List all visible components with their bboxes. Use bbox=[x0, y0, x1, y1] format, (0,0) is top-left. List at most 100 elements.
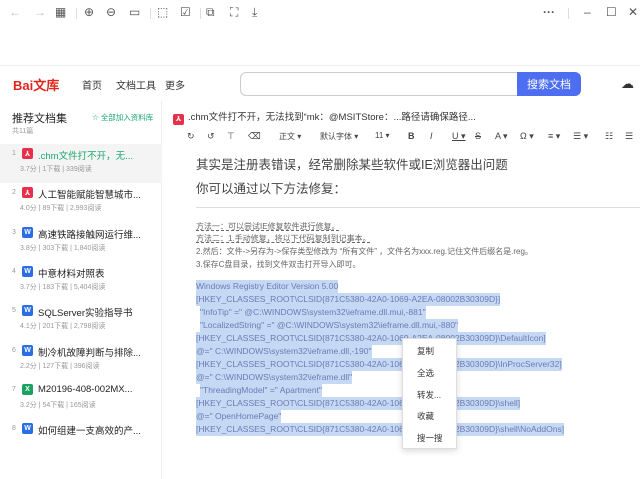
undo-icon[interactable]: ↺ bbox=[207, 131, 215, 142]
item-number: 6 bbox=[12, 346, 16, 354]
word-file-icon: W bbox=[22, 344, 33, 356]
context-menu: 复制 全选 转发... 收藏 搜一搜 bbox=[402, 338, 457, 449]
more-icon[interactable]: ··· bbox=[543, 5, 555, 19]
copy-icon[interactable]: ⧉ bbox=[206, 5, 215, 19]
registry-line: [HKEY_CLASSES_ROOT\CLSID{871C5380-42A0-1… bbox=[196, 293, 501, 306]
registry-line: [HKEY_CLASSES_ROOT\CLSID{871C5380-42A0-1… bbox=[196, 358, 562, 371]
pdf-icon: ⅄ bbox=[173, 113, 184, 125]
baidu-wenku-logo[interactable]: Bai文库 bbox=[13, 75, 59, 94]
word-file-icon: W bbox=[22, 423, 33, 435]
item-number: 1 bbox=[12, 150, 16, 157]
nav-doc-tools[interactable]: 文档工具 bbox=[116, 77, 156, 92]
menu-forward[interactable]: 转发... bbox=[417, 389, 441, 401]
size-select[interactable]: 11 ▾ bbox=[375, 131, 390, 140]
divider bbox=[196, 207, 640, 208]
sidebar-doc-item[interactable]: 6 W 制冷机故障判断与排除... 2.2分 | 127下载 | 396阅读 bbox=[0, 341, 162, 380]
bullet-list-button[interactable]: ☰ bbox=[625, 131, 633, 142]
eraser-icon[interactable]: ⌫ bbox=[248, 131, 261, 142]
sidebar-doc-item[interactable]: 5 W SQLServer实验指导书 4.1分 | 201下载 | 2,798阅… bbox=[0, 301, 162, 340]
item-number: 8 bbox=[12, 425, 16, 433]
add-all-label: 全部加入资料库 bbox=[100, 113, 154, 122]
style-select[interactable]: 正文 ▾ bbox=[279, 131, 301, 142]
item-title: 中意材料对照表 bbox=[38, 268, 105, 280]
actual-size-icon[interactable]: ▭ bbox=[129, 5, 140, 19]
recommended-sidebar: 推荐文档集 ☆ 全部加入资料库 共11篇 1 ⅄ .chm文件打不开，无... … bbox=[0, 101, 162, 479]
font-select[interactable]: 默认字体 ▾ bbox=[320, 131, 358, 142]
registry-line: "InfoTip" =" @C:\WINDOWS\system32\iefram… bbox=[200, 306, 426, 319]
upload-cloud-icon[interactable]: ☁ bbox=[621, 76, 634, 92]
grid-icon[interactable]: ▦ bbox=[55, 5, 66, 19]
add-all-button[interactable]: ☆ 全部加入资料库 bbox=[92, 112, 153, 123]
close-button[interactable]: ✕ bbox=[628, 5, 638, 19]
nav-home[interactable]: 首页 bbox=[82, 77, 102, 92]
registry-line: [HKEY_CLASSES_ROOT\CLSID{871C5380-42A0-1… bbox=[196, 397, 521, 410]
sidebar-doc-item[interactable]: 2 ⅄ 人工智能赋能智慧城市... 4.0分 | 89下载 | 2,993阅读 bbox=[0, 183, 162, 222]
nav-more[interactable]: 更多 bbox=[165, 77, 185, 92]
edit-icon[interactable]: ☑ bbox=[180, 5, 191, 19]
item-meta: 3.7分 | 183下载 | 5,404阅读 bbox=[20, 283, 106, 291]
item-title: 人工智能赋能智慧城市... bbox=[38, 190, 141, 202]
item-number: 3 bbox=[12, 228, 16, 236]
menu-select-all[interactable]: 全选 bbox=[417, 367, 434, 379]
menu-copy[interactable]: 复制 bbox=[417, 345, 434, 357]
back-icon[interactable]: ← bbox=[9, 5, 21, 19]
screenshot-icon[interactable]: ⛶ bbox=[230, 5, 238, 19]
excel-file-icon: X bbox=[22, 383, 33, 395]
underline-button[interactable]: U ▾ bbox=[452, 131, 466, 142]
document-title-text: .chm文件打不开，无法找到“mk：@MSITStore：...路径请确保路径.… bbox=[188, 112, 476, 123]
pdf-file-icon: ⅄ bbox=[22, 187, 33, 199]
item-number: 2 bbox=[12, 189, 16, 197]
highlight-button[interactable]: Ω ▾ bbox=[520, 131, 534, 142]
item-meta: 4.0分 | 89下载 | 2,993阅读 bbox=[20, 205, 102, 213]
bold-button[interactable]: B bbox=[408, 131, 415, 141]
registry-line: @=" C:\WINDOWS\system32\ieframe.dll,-190… bbox=[196, 345, 372, 358]
zoom-out-icon[interactable]: ⊖ bbox=[106, 5, 116, 19]
item-title: .chm文件打不开，无... bbox=[38, 151, 134, 162]
forward-icon[interactable]: → bbox=[34, 5, 46, 19]
italic-button[interactable]: I bbox=[430, 131, 433, 141]
step-line: 2.然后：文件->另存为->保存类型修改为 “所有文件” ，文件名为xxx.re… bbox=[196, 247, 533, 256]
item-title: SQLServer实验指导书 bbox=[38, 308, 133, 320]
item-number: 5 bbox=[12, 307, 16, 315]
document-title: ⅄ .chm文件打不开，无法找到“mk：@MSITStore：...路径请确保路径… bbox=[173, 109, 476, 125]
redo-icon[interactable]: ↻ bbox=[187, 131, 195, 142]
font-color-button[interactable]: A ▾ bbox=[495, 131, 508, 142]
search-button[interactable]: 搜索文档 bbox=[517, 72, 581, 96]
item-meta: 4.1分 | 201下载 | 2,798阅读 bbox=[20, 323, 106, 331]
registry-line: Windows Registry Editor Version 5.00 bbox=[196, 280, 339, 293]
paragraph-heading: 其实是注册表错误，经常删除某些软件或IE浏览器出问题 bbox=[196, 158, 508, 172]
format-painter-icon[interactable]: ⊤ bbox=[227, 131, 235, 142]
rotate-icon[interactable]: ⬚ bbox=[157, 5, 168, 19]
registry-line: [HKEY_CLASSES_ROOT\CLSID{871C5380-42A0-1… bbox=[196, 423, 565, 436]
word-file-icon: W bbox=[22, 305, 33, 317]
sidebar-doc-item[interactable]: 1 ⅄ .chm文件打不开，无... 3.7分 | 1下载 | 339阅读 bbox=[0, 144, 162, 183]
pdf-file-icon: ⅄ bbox=[22, 148, 33, 159]
strike-button[interactable]: S bbox=[475, 131, 481, 141]
word-file-icon: W bbox=[22, 265, 33, 277]
sidebar-doc-item[interactable]: 4 W 中意材料对照表 3.7分 | 183下载 | 5,404阅读 bbox=[0, 262, 162, 301]
line-spacing-button[interactable]: ☰ ▾ bbox=[573, 131, 588, 142]
item-title: M20196-408-002MX... bbox=[38, 383, 133, 395]
sidebar-doc-item[interactable]: 3 W 高速铁路接触网运行维... 3.8分 | 303下载 | 1,840阅读 bbox=[0, 223, 162, 262]
sidebar-doc-item[interactable]: 8 W 如何组建一支高效的产... bbox=[0, 419, 162, 458]
minimize-button[interactable]: – bbox=[584, 5, 591, 19]
item-number: 4 bbox=[12, 267, 16, 275]
ordered-list-button[interactable]: ☷ bbox=[605, 131, 613, 142]
step-line: 方法二：1.手动修复，将以下代码复制到记事本。 bbox=[196, 234, 371, 243]
align-button[interactable]: ≡ ▾ bbox=[548, 131, 560, 142]
sidebar-title: 推荐文档集 bbox=[12, 113, 67, 125]
window-toolbar: ← → ▦ ⊕ ⊖ ▭ ⬚ ☑ ⧉ ⛶ ⤓ ··· – ☐ ✕ bbox=[0, 0, 640, 26]
registry-line: "LocalizedString" =" @C:\WINDOWS\system3… bbox=[200, 319, 459, 332]
download-icon[interactable]: ⤓ bbox=[252, 5, 257, 19]
menu-search[interactable]: 搜一搜 bbox=[417, 432, 443, 444]
maximize-button[interactable]: ☐ bbox=[606, 5, 617, 19]
search-input[interactable] bbox=[240, 72, 518, 96]
item-meta: 3.8分 | 303下载 | 1,840阅读 bbox=[20, 244, 106, 252]
item-number: 7 bbox=[12, 385, 16, 393]
registry-line: "ThreadingModel" =" Apartment" bbox=[200, 384, 322, 397]
item-title: 制冷机故障判断与排除... bbox=[38, 347, 141, 359]
menu-favorite[interactable]: 收藏 bbox=[417, 410, 434, 422]
sidebar-doc-item[interactable]: 7 X M20196-408-002MX... 3.2分 | 54下载 | 16… bbox=[0, 380, 162, 419]
zoom-in-icon[interactable]: ⊕ bbox=[84, 5, 94, 19]
step-line: 方法一：可以尝试IE修复软件进行修复。 bbox=[196, 222, 340, 231]
